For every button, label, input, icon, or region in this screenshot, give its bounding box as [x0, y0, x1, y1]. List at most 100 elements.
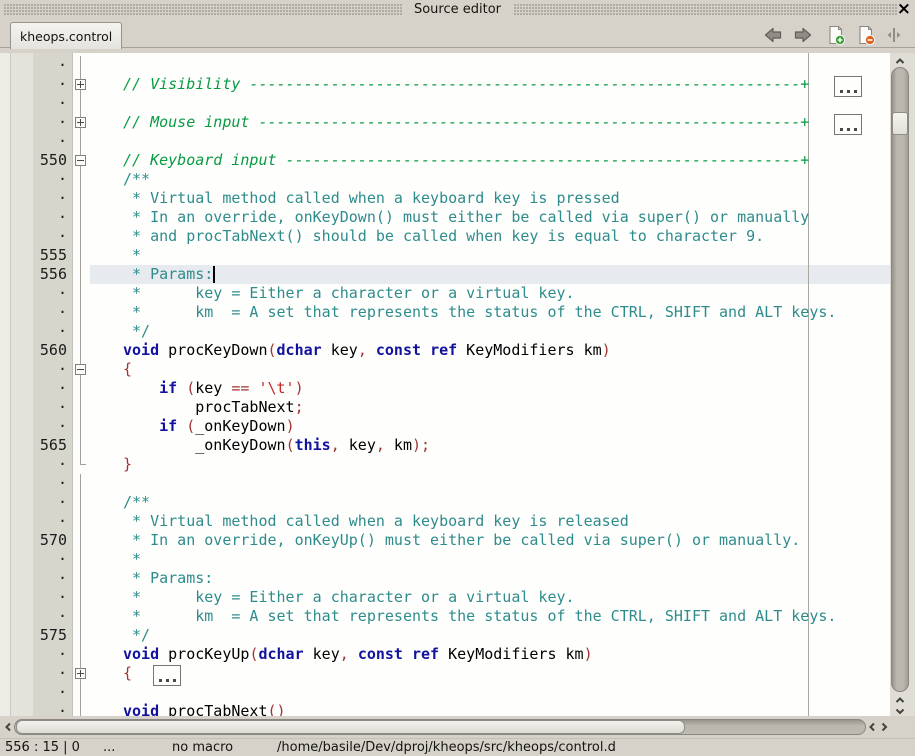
code-token: /**	[123, 170, 150, 188]
line-number: ·	[11, 588, 69, 607]
fold-tree	[72, 303, 91, 322]
fold-expand-icon[interactable]	[75, 117, 86, 128]
code-line[interactable]: if (key == '\t')	[123, 379, 304, 398]
fold-marker[interactable]	[72, 75, 91, 94]
horizontal-scrollbar[interactable]	[0, 716, 915, 738]
line-number: ·	[11, 75, 69, 94]
code-line[interactable]: * km = A set that represents the status …	[123, 607, 836, 626]
code-line[interactable]: * Params:	[123, 265, 213, 284]
code-line[interactable]: * and procTabNext() should be called whe…	[123, 227, 764, 246]
tab-kheops-control[interactable]: kheops.control	[10, 22, 122, 49]
code-line[interactable]: void procTabNext()	[123, 702, 286, 716]
fold-expand-icon[interactable]	[75, 668, 86, 679]
code-token: key	[304, 645, 340, 663]
fold-expand-icon[interactable]	[75, 79, 86, 90]
code-line[interactable]: _onKeyDown(this, key, km);	[123, 436, 430, 455]
fold-collapse-icon[interactable]	[75, 364, 86, 375]
code-line[interactable]: *	[123, 550, 141, 569]
line-number: ·	[11, 113, 69, 132]
fold-collapse-icon[interactable]	[75, 155, 86, 166]
code-line[interactable]: * Virtual method called when a keyboard …	[123, 189, 620, 208]
code-line[interactable]: * In an override, onKeyDown() must eithe…	[123, 208, 809, 227]
code-token: {	[123, 360, 132, 378]
vertical-scroll-track[interactable]	[891, 67, 909, 692]
code-token: dchar	[258, 645, 303, 663]
code-token: * km = A set that represents the status …	[123, 303, 836, 321]
code-token: )	[602, 341, 611, 359]
code-line[interactable]: * Params:	[123, 569, 213, 588]
code-line[interactable]: }	[123, 455, 132, 474]
code-line[interactable]: {	[123, 664, 132, 683]
folded-code-ellipsis[interactable]	[834, 114, 862, 135]
vertical-scroll-thumb[interactable]	[892, 112, 908, 135]
caret-position: 556 : 15 | 0	[5, 739, 80, 756]
code-line[interactable]: {	[123, 360, 132, 379]
new-document-button[interactable]	[825, 24, 847, 46]
code-token: ==	[231, 379, 249, 397]
line-number: ·	[11, 189, 69, 208]
code-token: (	[268, 341, 277, 359]
code-token: ref	[430, 341, 457, 359]
code-line[interactable]: // Keyboard input ----------------------…	[123, 151, 809, 170]
fold-marker[interactable]	[72, 151, 91, 170]
split-view-icon	[883, 24, 905, 46]
nav-back-button[interactable]	[762, 24, 784, 46]
folded-code-ellipsis[interactable]	[153, 665, 181, 686]
fold-tree	[72, 474, 91, 493]
code-token: KeyModifiers km	[457, 341, 602, 359]
code-line[interactable]: if (_onKeyDown)	[123, 417, 295, 436]
code-line[interactable]: procTabNext;	[123, 398, 304, 417]
code-token: */	[123, 322, 150, 340]
remove-document-button[interactable]	[855, 24, 877, 46]
code-token: '\t'	[258, 379, 294, 397]
code-line[interactable]: void procKeyDown(dchar key, const ref Ke…	[123, 341, 611, 360]
split-view-button[interactable]	[883, 24, 905, 46]
code-token: key	[195, 379, 231, 397]
code-line[interactable]: void procKeyUp(dchar key, const ref KeyM…	[123, 645, 593, 664]
code-token: if	[159, 417, 177, 435]
code-token: void	[123, 341, 159, 359]
code-editor[interactable]: ··// Visibility ------------------------…	[0, 53, 890, 716]
code-token: this	[295, 436, 331, 454]
title-bar[interactable]: Source editor ×	[0, 0, 915, 20]
code-token: ()	[268, 702, 286, 716]
scroll-right-icon[interactable]	[878, 721, 890, 733]
horizontal-scroll-thumb[interactable]	[16, 720, 685, 734]
code-line[interactable]: */	[123, 322, 150, 341]
code-line[interactable]: // Visibility --------------------------…	[123, 75, 809, 94]
code-token: }	[123, 455, 132, 473]
vertical-scrollbar[interactable]	[890, 53, 915, 716]
line-number: ·	[11, 683, 69, 702]
code-line[interactable]: * Virtual method called when a keyboard …	[123, 512, 629, 531]
window-title: Source editor	[402, 0, 513, 20]
fold-tree	[72, 455, 91, 474]
code-line[interactable]: * km = A set that represents the status …	[123, 303, 836, 322]
nav-forward-button[interactable]	[792, 24, 814, 46]
fold-tree	[72, 683, 91, 702]
folded-code-ellipsis[interactable]	[834, 76, 862, 97]
line-number: 560	[11, 341, 69, 360]
line-number: 575	[11, 626, 69, 645]
code-line[interactable]: /**	[123, 493, 150, 512]
scroll-left-secondary-icon[interactable]	[866, 721, 878, 733]
fold-marker[interactable]	[72, 664, 91, 683]
line-number: ·	[11, 322, 69, 341]
fold-marker[interactable]	[72, 113, 91, 132]
line-number: ·	[11, 417, 69, 436]
code-line[interactable]: * In an override, onKeyUp() must either …	[123, 531, 800, 550]
code-token: procKeyUp	[159, 645, 249, 663]
line-number: ·	[11, 664, 69, 683]
code-line[interactable]: * key = Either a character or a virtual …	[123, 588, 575, 607]
scroll-up-icon[interactable]	[894, 55, 906, 67]
fold-marker[interactable]	[72, 360, 91, 379]
scroll-left-icon[interactable]	[2, 721, 14, 733]
code-line[interactable]: *	[123, 246, 141, 265]
fold-tree	[72, 531, 91, 550]
code-token: * km = A set that represents the status …	[123, 607, 836, 625]
code-line[interactable]: // Mouse input -------------------------…	[123, 113, 809, 132]
code-line[interactable]: /**	[123, 170, 150, 189]
source-editor-window: Source editor × kheops.control	[0, 0, 915, 756]
code-line[interactable]: * key = Either a character or a virtual …	[123, 284, 575, 303]
code-line[interactable]: */	[123, 626, 150, 645]
close-icon[interactable]: ×	[897, 0, 911, 20]
